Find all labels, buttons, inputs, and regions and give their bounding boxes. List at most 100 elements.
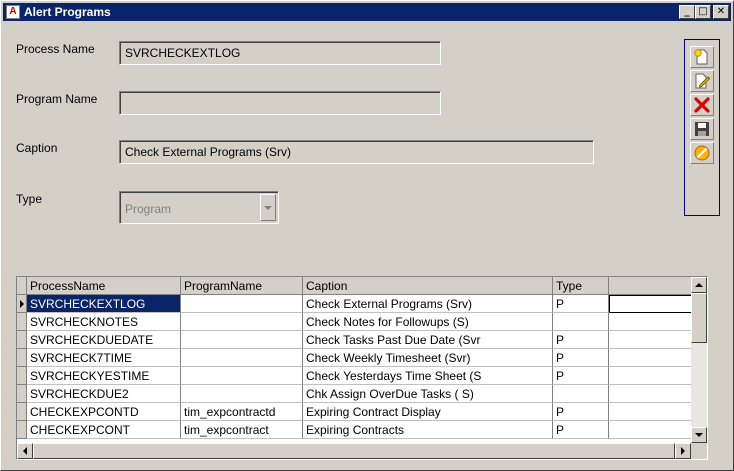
process-name-label: Process Name [16, 42, 95, 56]
delete-record-button[interactable] [690, 94, 714, 116]
cell-type[interactable]: P [553, 421, 609, 439]
row-indicator [17, 331, 27, 349]
cell-caption[interactable]: Chk Assign OverDue Tasks ( S) [303, 385, 553, 403]
cell-type[interactable]: P [553, 295, 609, 313]
cell-type[interactable]: P [553, 367, 609, 385]
table-row[interactable]: SVRCHECKNOTES Check Notes for Followups … [17, 313, 691, 331]
column-header-type[interactable]: Type [553, 277, 609, 295]
caption-label: Caption [16, 141, 58, 155]
column-header-extra[interactable] [609, 277, 691, 295]
row-indicator [17, 313, 27, 331]
delete-record-icon [694, 97, 710, 113]
table-row[interactable]: CHECKEXPCONTD tim_expcontractd Expiring … [17, 403, 691, 421]
cell-extra[interactable] [609, 349, 691, 367]
table-row[interactable]: SVRCHECKDUE2 Chk Assign OverDue Tasks ( … [17, 385, 691, 403]
scroll-left-button[interactable] [17, 443, 33, 459]
table-row[interactable]: CHECKEXPCONT tim_expcontract Expiring Co… [17, 421, 691, 439]
cell-type[interactable]: P [553, 349, 609, 367]
type-selected-value: Program [125, 202, 172, 216]
programs-grid[interactable]: ProcessName ProgramName Caption Type SVR… [16, 276, 708, 460]
save-icon [695, 122, 709, 136]
cell-caption[interactable]: Check Notes for Followups (S) [303, 313, 553, 331]
alert-programs-window: A Alert Programs _ □ ✕ Process Name SVRC… [0, 0, 734, 471]
current-row-indicator-icon [17, 295, 27, 313]
table-row[interactable]: SVRCHECKDUEDATE Check Tasks Past Due Dat… [17, 331, 691, 349]
cell-processname[interactable]: SVRCHECKEXTLOG [27, 295, 181, 313]
cell-processname[interactable]: SVRCHECKDUE2 [27, 385, 181, 403]
arrow-right-icon [681, 447, 685, 455]
new-record-button[interactable] [690, 46, 714, 68]
cell-caption[interactable]: Check Yesterdays Time Sheet (S [303, 367, 553, 385]
column-header-programname[interactable]: ProgramName [181, 277, 303, 295]
cell-programname[interactable]: tim_expcontractd [181, 403, 303, 421]
cell-processname[interactable]: CHECKEXPCONT [27, 421, 181, 439]
arrow-down-icon [695, 433, 703, 437]
cell-programname[interactable] [181, 367, 303, 385]
table-row[interactable]: SVRCHECKEXTLOG Check External Programs (… [17, 295, 691, 313]
cell-extra[interactable] [609, 367, 691, 385]
scroll-down-button[interactable] [691, 427, 707, 443]
row-indicator-header [17, 277, 27, 295]
title-bar[interactable]: A Alert Programs _ □ ✕ [3, 3, 731, 21]
row-indicator [17, 403, 27, 421]
cell-type[interactable]: P [553, 403, 609, 421]
cell-extra[interactable] [609, 403, 691, 421]
cell-type[interactable] [553, 385, 609, 403]
cell-processname[interactable]: SVRCHECKNOTES [27, 313, 181, 331]
cell-extra[interactable] [609, 331, 691, 349]
app-icon[interactable]: A [6, 5, 20, 19]
table-row[interactable]: SVRCHECKYESTIME Check Yesterdays Time Sh… [17, 367, 691, 385]
cell-programname[interactable] [181, 313, 303, 331]
cell-caption[interactable]: Check External Programs (Srv) [303, 295, 553, 313]
cancel-button[interactable] [690, 142, 714, 164]
vertical-scrollbar[interactable] [691, 277, 707, 443]
column-header-processname[interactable]: ProcessName [27, 277, 181, 295]
cell-caption[interactable]: Check Weekly Timesheet (Svr) [303, 349, 553, 367]
cell-processname[interactable]: SVRCHECKYESTIME [27, 367, 181, 385]
cell-extra[interactable] [609, 385, 691, 403]
vertical-scroll-thumb[interactable] [691, 293, 707, 343]
cell-extra[interactable] [609, 421, 691, 439]
close-button[interactable]: ✕ [713, 5, 729, 19]
table-row[interactable]: SVRCHECK7TIME Check Weekly Timesheet (Sv… [17, 349, 691, 367]
cell-caption[interactable]: Expiring Contracts [303, 421, 553, 439]
cell-programname[interactable] [181, 349, 303, 367]
cell-programname[interactable] [181, 295, 303, 313]
cell-extra[interactable] [609, 313, 691, 331]
scrollbar-corner [691, 443, 707, 459]
arrow-left-icon [23, 447, 27, 455]
cell-programname[interactable] [181, 331, 303, 349]
cell-processname[interactable]: SVRCHECK7TIME [27, 349, 181, 367]
cell-programname[interactable]: tim_expcontract [181, 421, 303, 439]
scroll-up-button[interactable] [691, 277, 707, 293]
cell-type[interactable]: P [553, 331, 609, 349]
horizontal-scroll-thumb[interactable] [33, 443, 675, 459]
row-indicator [17, 421, 27, 439]
scroll-right-button[interactable] [675, 443, 691, 459]
minimize-button[interactable]: _ [679, 5, 695, 19]
cell-type[interactable] [553, 313, 609, 331]
record-toolbar [684, 39, 720, 216]
cell-processname[interactable]: CHECKEXPCONTD [27, 403, 181, 421]
horizontal-scrollbar[interactable] [17, 443, 691, 459]
cell-caption[interactable]: Check Tasks Past Due Date (Svr [303, 331, 553, 349]
window-title: Alert Programs [24, 5, 111, 19]
row-indicator [17, 349, 27, 367]
edit-record-button[interactable] [690, 70, 714, 92]
program-name-label: Program Name [16, 92, 98, 106]
process-name-field[interactable]: SVRCHECKEXTLOG [119, 41, 441, 65]
program-name-field[interactable] [119, 91, 441, 115]
maximize-button[interactable]: □ [695, 5, 711, 19]
cell-extra[interactable] [609, 295, 691, 313]
type-dropdown[interactable]: Program [119, 191, 279, 224]
column-header-caption[interactable]: Caption [303, 277, 553, 295]
cell-caption[interactable]: Expiring Contract Display [303, 403, 553, 421]
save-button[interactable] [690, 118, 714, 140]
edit-record-icon [695, 73, 711, 89]
row-indicator [17, 385, 27, 403]
grid-header: ProcessName ProgramName Caption Type [17, 277, 691, 295]
dropdown-arrow-icon[interactable] [260, 194, 276, 221]
cell-programname[interactable] [181, 385, 303, 403]
cell-processname[interactable]: SVRCHECKDUEDATE [27, 331, 181, 349]
caption-field[interactable]: Check External Programs (Srv) [119, 140, 594, 164]
